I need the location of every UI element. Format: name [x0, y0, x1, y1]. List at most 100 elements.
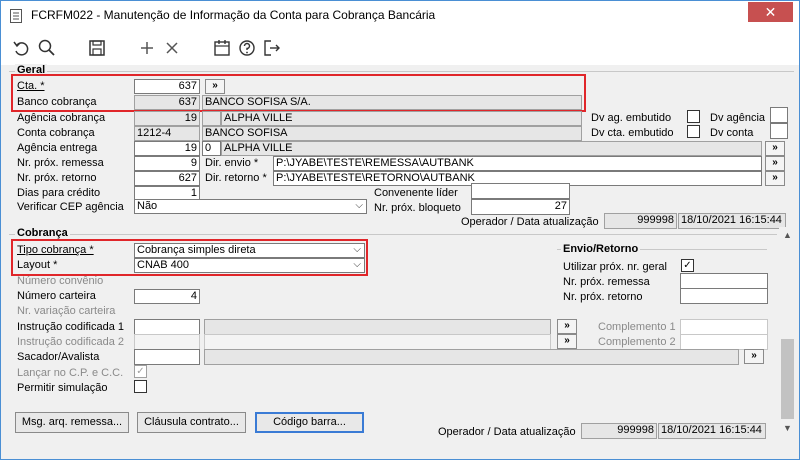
delete-icon[interactable] — [162, 38, 182, 58]
dir-envio-browse-button[interactable]: » — [765, 156, 785, 171]
sacador-label: Sacador/Avalista — [17, 351, 100, 363]
complemento2-label: Complemento 2 — [598, 336, 676, 348]
complemento1-input[interactable] — [680, 319, 768, 335]
dv-conta-input[interactable] — [770, 123, 788, 139]
permitir-simulacao-label: Permitir simulação — [17, 382, 108, 394]
dv-cta-embutido-label: Dv cta. embutido — [591, 127, 674, 139]
agencia-cobranca-label: Agência cobrança — [17, 112, 106, 124]
instrucao1-lookup-button[interactable]: » — [557, 319, 577, 334]
dv-ag-embutido-label: Dv ag. embutido — [591, 112, 672, 124]
undo-icon[interactable] — [11, 38, 31, 58]
scroll-up-icon[interactable]: ▲ — [779, 227, 796, 244]
instrucao2-input[interactable] — [134, 334, 200, 350]
agencia-entrega-code[interactable]: 19 — [134, 141, 200, 156]
dias-credito-label: Dias para crédito — [17, 187, 101, 199]
dir-retorno-label: Dir. retorno * — [205, 172, 267, 184]
verificar-cep-select[interactable]: Não ⌵ — [134, 199, 367, 214]
document-icon — [10, 9, 22, 23]
conta-cobranca-label: Conta cobrança — [17, 127, 95, 139]
env-nr-prox-retorno-input[interactable] — [680, 288, 768, 304]
window-title: FCRFM022 - Manutenção de Informação da C… — [31, 8, 436, 22]
cobranca-data-value: 18/10/2021 16:15:44 — [658, 423, 766, 439]
scroll-down-icon[interactable]: ▼ — [779, 420, 796, 437]
sacador-description — [204, 349, 739, 365]
scroll-thumb[interactable] — [781, 339, 794, 419]
agencia-cobranca-dv — [202, 111, 221, 126]
dir-envio-input[interactable]: P:\JYABE\TESTE\REMESSA\AUTBANK — [273, 156, 762, 171]
msg-arq-remessa-button[interactable]: Msg. arq. remessa... — [15, 412, 129, 433]
dv-agencia-label: Dv agência — [710, 112, 766, 124]
utilizar-prox-checkbox[interactable]: ✓ — [681, 259, 694, 272]
dv-agencia-input[interactable] — [770, 107, 788, 123]
dv-conta-label: Dv conta — [710, 127, 754, 139]
agencia-entrega-name: ALPHA VILLE — [221, 141, 762, 156]
instrucao1-input[interactable] — [134, 319, 200, 335]
agencia-cobranca-code: 19 — [134, 111, 200, 126]
verificar-cep-value: Não — [137, 200, 158, 212]
complemento1-label: Complemento 1 — [598, 321, 676, 333]
env-nr-prox-remessa-input[interactable] — [680, 273, 768, 289]
instrucao1-description — [204, 319, 551, 335]
close-button[interactable]: ✕ — [748, 2, 793, 22]
cobranca-operador-value: 999998 — [581, 423, 657, 439]
vertical-scrollbar[interactable]: ▲ ▼ — [779, 227, 796, 437]
dir-envio-label: Dir. envio * — [205, 157, 259, 169]
dv-ag-embutido-checkbox[interactable] — [687, 110, 700, 123]
complemento2-input[interactable] — [680, 334, 768, 350]
agencia-entrega-dv[interactable]: 0 — [202, 141, 221, 156]
calendar-icon[interactable] — [212, 38, 232, 58]
instrucao2-label: Instrução codificada 2 — [17, 336, 125, 348]
cobranca-separator — [9, 234, 777, 235]
nr-prox-bloqueto-label: Nr. próx. bloqueto — [374, 202, 461, 214]
sacador-input[interactable] — [134, 349, 200, 365]
numero-carteira-input[interactable]: 4 — [134, 289, 200, 304]
agencia-cobranca-name: ALPHA VILLE — [221, 111, 582, 126]
exit-icon[interactable] — [262, 38, 282, 58]
env-nr-prox-retorno-label: Nr. próx. retorno — [563, 291, 643, 303]
convenente-lider-input[interactable] — [471, 183, 570, 199]
envio-retorno-title: Envio/Retorno — [561, 243, 641, 256]
sacador-lookup-button[interactable]: » — [744, 349, 764, 364]
highlight-geral-banco — [11, 74, 586, 112]
nr-prox-remessa-input[interactable]: 9 — [134, 156, 200, 171]
dir-retorno-browse-button[interactable]: » — [765, 171, 785, 186]
geral-data-value: 18/10/2021 16:15:44 — [678, 213, 786, 229]
dv-cta-embutido-checkbox[interactable] — [687, 125, 700, 138]
verificar-cep-label: Verificar CEP agência — [17, 201, 124, 213]
geral-operador-value: 999998 — [604, 213, 677, 229]
numero-carteira-label: Número carteira — [17, 290, 96, 302]
title-bar: FCRFM022 - Manutenção de Informação da C… — [1, 1, 799, 31]
permitir-simulacao-checkbox[interactable] — [134, 380, 147, 393]
add-icon[interactable] — [137, 38, 157, 58]
search-icon[interactable] — [37, 38, 57, 58]
conta-cobranca-value: 1212-4 — [134, 126, 200, 141]
codigo-barra-button[interactable]: Código barra... — [255, 412, 364, 433]
utilizar-prox-label: Utilizar próx. nr. geral — [563, 261, 667, 273]
help-icon[interactable] — [237, 38, 257, 58]
geral-operador-label: Operador / Data atualização — [461, 216, 599, 228]
lancar-checkbox[interactable]: ✓ — [134, 365, 147, 378]
env-nr-prox-remessa-label: Nr. próx. remessa — [563, 276, 650, 288]
instrucao2-description — [204, 334, 551, 350]
instrucao2-lookup-button[interactable]: » — [557, 334, 577, 349]
nr-prox-retorno-input[interactable]: 627 — [134, 171, 200, 186]
convenente-lider-label: Convenente líder — [374, 187, 458, 199]
agencia-entrega-label: Agência entrega — [17, 142, 98, 154]
nr-variacao-label: Nr. variação carteira — [17, 305, 116, 317]
lancar-label: Lançar no C.P. e C.C. — [17, 367, 124, 379]
save-icon[interactable] — [87, 38, 107, 58]
cobranca-operador-label: Operador / Data atualização — [438, 426, 576, 438]
clausula-contrato-button[interactable]: Cláusula contrato... — [137, 412, 246, 433]
agencia-entrega-lookup-button[interactable]: » — [765, 141, 785, 156]
conta-cobranca-name: BANCO SOFISA — [202, 126, 582, 141]
nr-prox-retorno-label: Nr. próx. retorno — [17, 172, 97, 184]
instrucao1-label: Instrução codificada 1 — [17, 321, 125, 333]
nr-prox-remessa-label: Nr. próx. remessa — [17, 157, 104, 169]
geral-separator — [9, 71, 794, 72]
numero-convenio-label: Número convênio — [17, 275, 104, 287]
chevron-down-icon: ⌵ — [355, 200, 363, 211]
main-window: FCRFM022 - Manutenção de Informação da C… — [0, 0, 800, 460]
toolbar — [1, 31, 799, 65]
nr-prox-bloqueto-input[interactable]: 27 — [471, 199, 570, 215]
highlight-cobranca-layout — [11, 239, 368, 276]
